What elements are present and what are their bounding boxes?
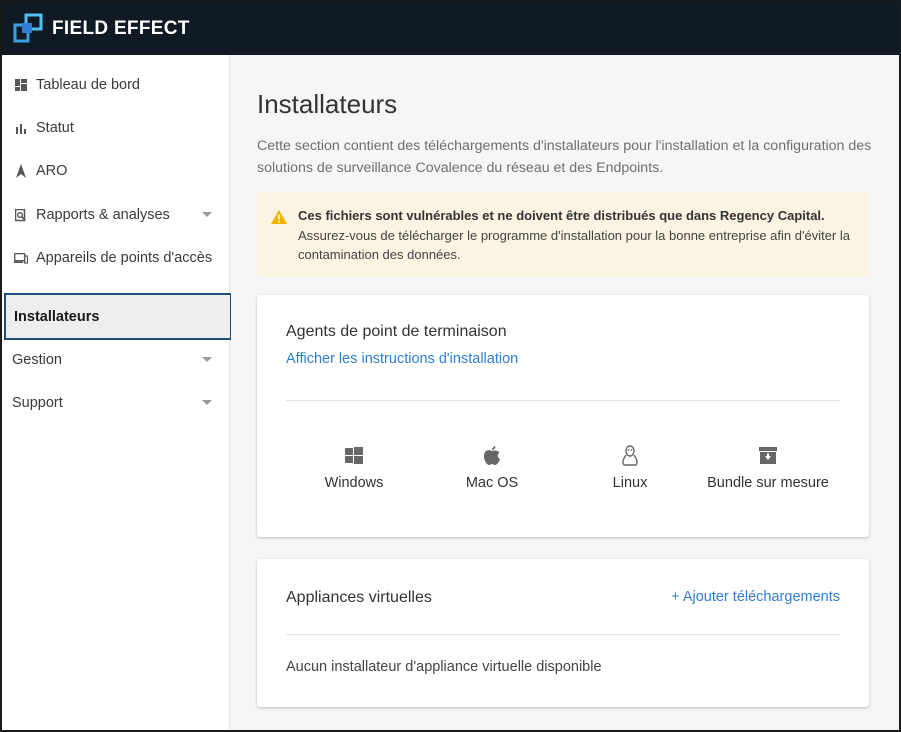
sidebar-item-label: Support [12, 395, 63, 411]
platform-label: Linux [612, 475, 648, 491]
download-windows-button[interactable]: Windows [284, 445, 424, 491]
download-linux-button[interactable]: Linux [560, 445, 700, 491]
sidebar-item-label: Statut [36, 120, 74, 136]
sidebar-item-label: Installateurs [14, 308, 100, 325]
report-search-icon [14, 208, 28, 222]
apple-icon [484, 446, 500, 465]
endpoint-agents-card: Agents de point de terminaison Afficher … [257, 295, 869, 537]
warning-text: contamination des données. [298, 247, 461, 262]
devices-icon [14, 251, 28, 265]
archive-download-icon [759, 447, 777, 464]
bar-chart-icon [14, 121, 28, 135]
field-effect-logo[interactable] [12, 12, 46, 46]
warning-banner: Ces fichiers sont vulnérables et ne doiv… [257, 192, 869, 277]
sidebar-item-status[interactable]: Statut [2, 107, 230, 149]
main-content: Installateurs Cette section contient des… [231, 55, 899, 730]
app-window: FIELD EFFECT Tableau de bord Statut ARO … [0, 0, 901, 732]
page-title: Installateurs [257, 89, 398, 119]
sidebar-item-aro[interactable]: ARO [2, 150, 230, 192]
card-title: Agents de point de terminaison [286, 323, 507, 340]
sidebar-item-management[interactable]: Gestion [2, 339, 230, 381]
download-macos-button[interactable]: Mac OS [422, 445, 562, 491]
sidebar-item-devices[interactable]: Appareils de points d'accès [2, 237, 230, 279]
warning-icon [271, 210, 287, 224]
divider [286, 400, 840, 401]
sidebar-item-support[interactable]: Support [2, 382, 230, 424]
linux-icon [622, 445, 638, 466]
intro-line: Cette section contient des téléchargemen… [257, 138, 872, 154]
chevron-down-icon [202, 212, 212, 217]
chevron-down-icon [202, 357, 212, 362]
sidebar-item-reports[interactable]: Rapports & analyses [2, 194, 230, 236]
windows-icon [345, 447, 363, 464]
platform-label: Mac OS [465, 475, 519, 491]
sidebar-item-label: ARO [36, 163, 68, 179]
sidebar: Tableau de bord Statut ARO Rapports & an… [2, 55, 232, 730]
empty-state-text: Aucun installateur d'appliance virtuelle… [286, 659, 602, 675]
brand-name: FIELD EFFECT [52, 17, 190, 39]
sidebar-item-label: Rapports & analyses [36, 207, 170, 223]
platform-label: Windows [324, 475, 384, 491]
warning-title: Ces fichiers sont vulnérables et ne doiv… [298, 208, 825, 223]
add-downloads-link[interactable]: + Ajouter téléchargements [671, 589, 840, 605]
virtual-appliances-card: Appliances virtuelles + Ajouter téléchar… [257, 559, 869, 707]
aro-icon [14, 164, 28, 178]
sidebar-item-label: Gestion [12, 352, 62, 368]
top-bar: FIELD EFFECT [2, 2, 899, 55]
sidebar-item-label: Tableau de bord [36, 77, 140, 93]
download-custom-bundle-button[interactable]: Bundle sur mesure [698, 445, 838, 491]
intro-text: Cette section contient des téléchargemen… [257, 135, 899, 179]
card-title: Appliances virtuelles [286, 589, 432, 606]
sidebar-item-installers[interactable]: Installateurs [4, 293, 232, 340]
install-instructions-link[interactable]: Afficher les instructions d'installation [286, 351, 518, 367]
dashboard-icon [14, 78, 28, 92]
sidebar-item-dashboard[interactable]: Tableau de bord [2, 64, 230, 106]
intro-line: solutions de surveillance Covalence du r… [257, 160, 664, 176]
chevron-down-icon [202, 400, 212, 405]
platform-label: Bundle sur mesure [707, 475, 829, 491]
divider [286, 634, 840, 635]
sidebar-item-label: Appareils de points d'accès [36, 250, 213, 266]
warning-text: Assurez-vous de télécharger le programme… [298, 227, 850, 243]
